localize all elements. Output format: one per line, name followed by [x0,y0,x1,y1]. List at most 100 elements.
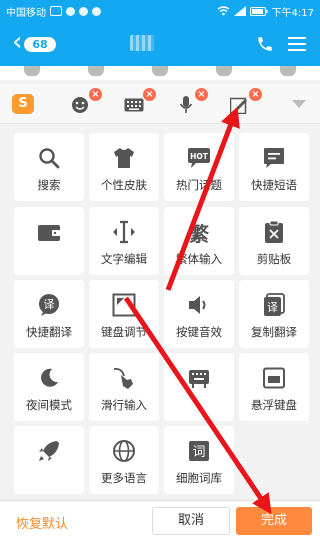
carrier-label: 中国移动 [6,7,46,19]
cell-dict-icon: 词 [186,438,212,464]
back-button[interactable]: ‹ 68 [0,29,56,55]
tile-label: 悬浮键盘 [251,398,297,412]
tile-label: 剪贴板 [256,252,292,266]
camera-icon[interactable] [152,66,168,76]
tile-search[interactable]: 搜索 [14,133,84,201]
toolbar-emoji-button[interactable]: × [68,88,102,116]
signal-icon [233,6,246,16]
tile-rocket[interactable] [14,426,84,494]
tile-night-mode[interactable]: 夜间模式 [14,353,84,421]
tile-text-edit[interactable]: 文字编辑 [89,207,159,275]
tile-float-keyboard[interactable]: 悬浮键盘 [239,353,309,421]
app-notify-icon [66,6,75,16]
remove-badge[interactable]: × [143,88,156,101]
tile-clipboard[interactable]: 剪贴板 [239,207,309,275]
moon-icon [36,365,62,391]
sogou-logo-icon[interactable]: S [12,94,34,114]
image-icon[interactable] [88,66,104,76]
tile-label: 键盘调节 [101,325,147,339]
keyboard-toolbar: S × × × × [0,84,320,124]
unread-badge: 68 [24,36,56,52]
tile-label: 快捷短语 [251,178,297,192]
tile-copy-translate[interactable]: 译 复制翻译 [239,280,309,348]
toolbar-handwrite-button[interactable]: × [228,88,262,116]
menu-icon[interactable] [288,36,306,52]
traditional-icon: 繁 [186,219,212,246]
svg-text:HOT: HOT [190,152,209,161]
tile-key-sound[interactable]: 按键音效 [164,280,234,348]
plus-icon[interactable] [280,66,296,76]
done-button[interactable]: 完成 [236,507,312,535]
tile-keyboard-bag[interactable] [164,353,234,421]
tile-label: 繁体输入 [176,252,222,266]
bottom-bar: 恢复默认 取消 完成 [0,500,320,540]
keyboard-bag-icon [186,365,212,391]
tile-quick-translate[interactable]: 译 快捷翻译 [14,280,84,348]
app-notify-icon [79,6,88,16]
screen: 中国移动 下午4:17 ‹ 68 S × × × × 搜索 个性皮肤 HOT 热… [0,0,320,540]
translate-bubble-icon: 译 [36,292,62,318]
tile-label: 复制翻译 [251,325,297,339]
hot-topic-icon: HOT [186,145,212,171]
app-notify-icon [92,6,101,16]
tile-label: 细胞词库 [176,471,222,485]
search-icon [36,145,62,171]
tile-label: 个性皮肤 [101,178,147,192]
mic-icon[interactable] [24,66,40,76]
globe-icon [111,438,137,464]
tile-label: 文字编辑 [101,252,147,266]
tile-label: 夜间模式 [26,398,72,412]
tile-label: 热门话题 [176,178,222,192]
tile-label: 搜索 [37,178,61,192]
keyboard-adjust-icon [111,292,137,318]
speaker-icon [186,292,212,318]
remove-badge[interactable]: × [89,88,102,101]
phone-icon[interactable] [256,35,274,53]
chat-header: ‹ 68 [0,22,320,66]
toolbar-keyboard-button[interactable]: × [122,88,156,116]
tshirt-icon [111,145,137,171]
quick-phrase-icon [261,145,287,171]
emoji-icon [72,97,88,113]
clipboard-icon [261,219,287,245]
emoji-tool-icon[interactable] [216,66,232,76]
keyboard-icon [124,98,144,112]
toolbar-voice-button[interactable]: × [174,88,208,116]
tile-hot-topic[interactable]: HOT 热门话题 [164,133,234,201]
rocket-icon [36,438,62,464]
chat-tools-strip [0,66,320,80]
tile-traditional[interactable]: 繁 繁体输入 [164,207,234,275]
blurred-contact-name [130,35,154,51]
swipe-icon [111,365,137,391]
svg-text:译: 译 [44,298,55,311]
traditional-glyph: 繁 [189,221,209,246]
tile-skin[interactable]: 个性皮肤 [89,133,159,201]
cancel-button[interactable]: 取消 [152,507,230,535]
collapse-arrow-icon[interactable] [292,100,306,108]
tile-label: 快捷翻译 [26,325,72,339]
tile-keyboard-adjust[interactable]: 键盘调节 [89,280,159,348]
tile-label: 按键音效 [176,325,222,339]
wifi-icon [217,6,229,16]
function-grid: 搜索 个性皮肤 HOT 热门话题 快捷短语 文字编辑 繁 繁体输入 剪贴板 译 … [8,130,312,500]
remove-badge[interactable]: × [195,88,208,101]
tile-wallet[interactable] [14,207,84,275]
clock: 下午4:17 [271,7,314,19]
svg-text:词: 词 [192,445,205,460]
notification-icon [50,6,62,16]
tile-label: 更多语言 [101,471,147,485]
tile-swipe-input[interactable]: 滑行输入 [89,353,159,421]
tile-cell-dict[interactable]: 词 细胞词库 [164,426,234,494]
status-bar: 中国移动 下午4:17 [0,0,320,22]
tile-more-languages[interactable]: 更多语言 [89,426,159,494]
battery-icon [249,6,268,16]
tile-label: 滑行输入 [101,398,147,412]
tile-quick-phrase[interactable]: 快捷短语 [239,133,309,201]
wallet-icon [36,219,62,245]
copy-translate-icon: 译 [261,292,287,318]
chevron-left-icon: ‹ [12,27,23,57]
restore-default-button[interactable]: 恢复默认 [16,513,68,532]
remove-badge[interactable]: × [249,88,262,101]
handwrite-icon [230,97,247,114]
float-keyboard-icon [261,365,287,391]
